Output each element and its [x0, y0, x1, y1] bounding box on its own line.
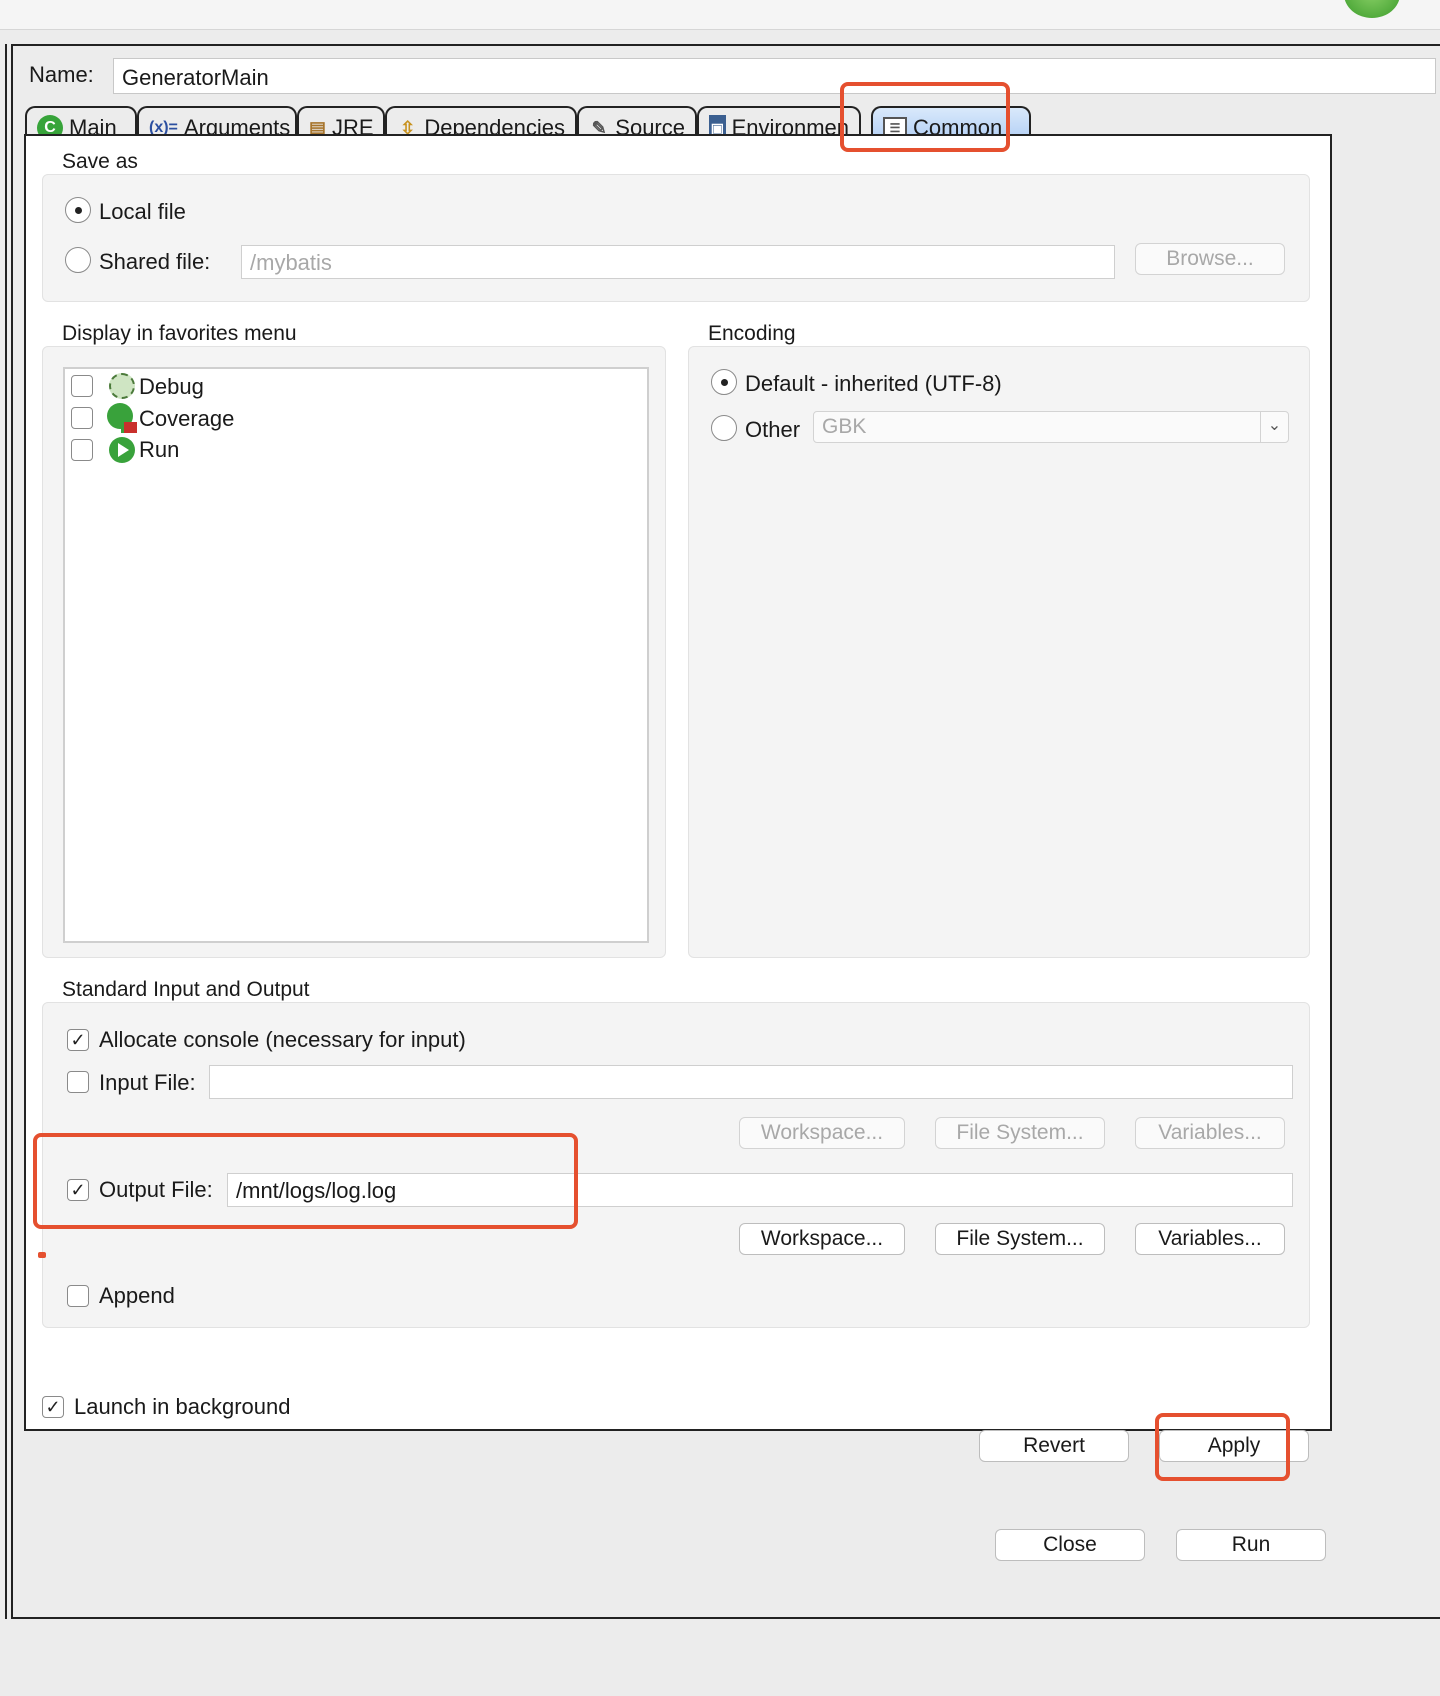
encoding-group: Default - inherited (UTF-8) Other GBK ⌄: [688, 346, 1310, 958]
name-input[interactable]: GeneratorMain: [113, 58, 1436, 94]
input-workspace-button[interactable]: Workspace...: [739, 1117, 905, 1149]
std-io-group: ✓ Allocate console (necessary for input)…: [42, 1002, 1310, 1328]
favorite-debug-label: Debug: [139, 374, 204, 399]
favorite-coverage-checkbox[interactable]: [71, 407, 93, 429]
std-io-title: Standard Input and Output: [62, 978, 310, 1001]
input-file-input[interactable]: [209, 1065, 1293, 1099]
window-top-bar: [0, 0, 1440, 30]
save-as-title: Save as: [62, 150, 138, 173]
apply-button[interactable]: Apply: [1159, 1430, 1309, 1462]
encoding-other-value: GBK: [822, 415, 867, 438]
encoding-other-select[interactable]: GBK ⌄: [813, 411, 1289, 443]
run-icon: [109, 437, 135, 463]
highlight-mark: [38, 1252, 46, 1258]
encoding-other-label: Other: [745, 417, 801, 442]
output-file-label: Output File:: [99, 1177, 213, 1202]
output-file-checkbox[interactable]: ✓: [67, 1179, 89, 1201]
allocate-console-label: Allocate console (necessary for input): [99, 1027, 466, 1052]
local-file-label: Local file: [99, 199, 186, 224]
launch-configuration-dialog: Name: GeneratorMain C Main (x)= Argument…: [11, 44, 1440, 1619]
encoding-default-radio[interactable]: [711, 369, 737, 395]
encoding-title: Encoding: [708, 322, 796, 345]
favorites-group: Debug Coverage Run: [42, 346, 666, 958]
favorite-coverage-label: Coverage: [139, 406, 235, 431]
coverage-icon: [107, 403, 137, 433]
chevron-down-icon: ⌄: [1260, 412, 1288, 442]
shared-file-input[interactable]: /mybatis: [241, 245, 1115, 279]
output-file-input[interactable]: /mnt/logs/log.log: [227, 1173, 1293, 1207]
launch-background-checkbox[interactable]: ✓: [42, 1396, 64, 1418]
shared-file-label: Shared file:: [99, 249, 211, 274]
favorites-list: Debug Coverage Run: [63, 367, 649, 943]
left-panel-edge: [0, 44, 7, 1619]
browse-button[interactable]: Browse...: [1135, 243, 1285, 275]
run-button[interactable]: Run: [1176, 1529, 1326, 1561]
encoding-other-radio[interactable]: [711, 415, 737, 441]
favorite-run-label: Run: [139, 437, 180, 462]
save-as-group: Local file Shared file: /mybatis Browse.…: [42, 174, 1310, 302]
input-variables-button[interactable]: Variables...: [1135, 1117, 1285, 1149]
close-button[interactable]: Close: [995, 1529, 1145, 1561]
output-variables-button[interactable]: Variables...: [1135, 1223, 1285, 1255]
append-checkbox[interactable]: [67, 1285, 89, 1307]
favorite-run-checkbox[interactable]: [71, 439, 93, 461]
name-label: Name:: [29, 62, 94, 87]
favorite-debug-checkbox[interactable]: [71, 375, 93, 397]
shared-file-radio[interactable]: [65, 247, 91, 273]
common-tab-content: Save as Local file Shared file: /mybatis…: [24, 134, 1332, 1431]
favorites-title: Display in favorites menu: [62, 322, 297, 345]
output-workspace-button[interactable]: Workspace...: [739, 1223, 905, 1255]
debug-bug-icon: [109, 373, 135, 399]
local-file-radio[interactable]: [65, 197, 91, 223]
append-label: Append: [99, 1283, 175, 1308]
allocate-console-checkbox[interactable]: ✓: [67, 1029, 89, 1051]
output-file-system-button[interactable]: File System...: [935, 1223, 1105, 1255]
revert-button[interactable]: Revert: [979, 1430, 1129, 1462]
input-file-system-button[interactable]: File System...: [935, 1117, 1105, 1149]
input-file-label: Input File:: [99, 1070, 196, 1095]
launch-background-label: Launch in background: [74, 1394, 291, 1419]
encoding-default-label: Default - inherited (UTF-8): [745, 371, 1002, 396]
input-file-checkbox[interactable]: [67, 1071, 89, 1093]
